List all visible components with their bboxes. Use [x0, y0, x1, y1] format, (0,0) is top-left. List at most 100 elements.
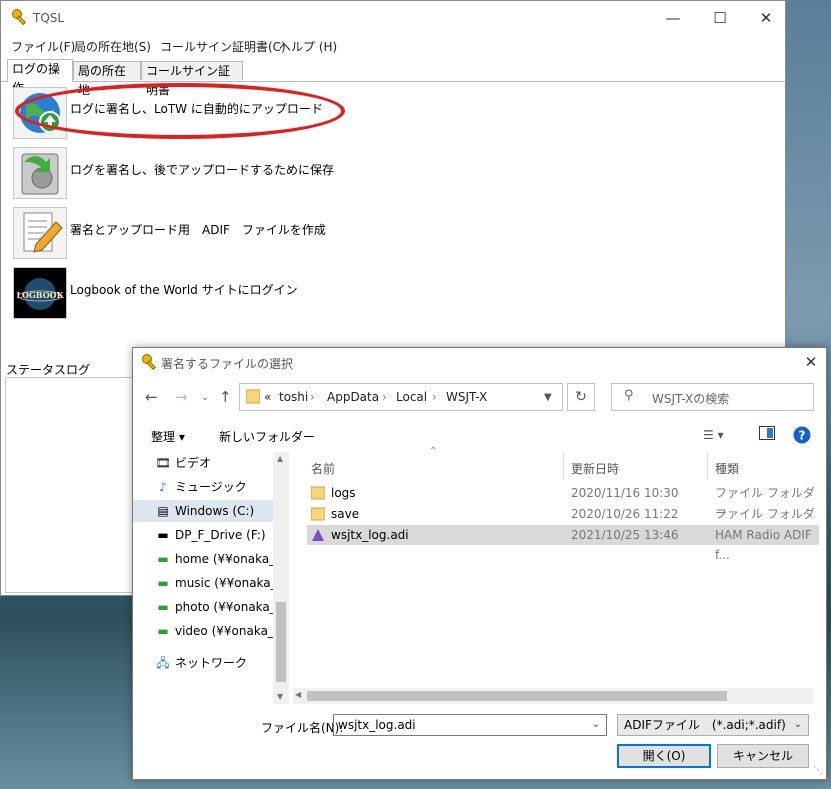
nav-scrollbar[interactable]: ▲ ▼	[273, 452, 289, 704]
refresh-button[interactable]: ↻	[567, 383, 595, 411]
svg-text:LOGBOOK: LOGBOOK	[16, 290, 64, 300]
breadcrumb-local[interactable]: Local	[396, 390, 427, 404]
search-icon: ⚲	[624, 388, 634, 403]
key-icon	[141, 353, 159, 374]
save-disk-icon	[21, 153, 59, 195]
lotw-login-label: Logbook of the World サイトにログイン	[70, 283, 298, 297]
minimize-button[interactable]: —	[659, 7, 687, 29]
address-bar[interactable]: « toshi › AppData › Local › WSJT-X ▼	[239, 383, 563, 411]
drive-icon: ▤	[157, 504, 169, 518]
preview-pane-icon[interactable]	[759, 426, 775, 443]
network-drive-icon: ▬	[157, 624, 169, 638]
tab-row: ログの操作 局の所在地 コールサイン証明書	[1, 59, 785, 97]
nav-item-network[interactable]: 🖧 ネットワーク	[155, 652, 285, 674]
video-icon: 🎞	[155, 456, 171, 470]
breadcrumb-wsjtx[interactable]: WSJT-X	[446, 390, 487, 404]
up-arrow-icon[interactable]: ↑	[219, 388, 232, 406]
help-icon[interactable]: ?	[793, 426, 811, 447]
sign-save-label: ログを署名し、後でアップロードするために保存	[70, 163, 335, 177]
file-list: 名前 ⌃ 更新日時 種類 logs 2020/11/16 10:30 ファイル …	[293, 446, 824, 704]
search-placeholder: WSJT-Xの検索	[652, 392, 730, 406]
open-button[interactable]: 開く(O)	[617, 744, 711, 768]
column-header-name[interactable]: 名前	[311, 460, 335, 477]
menu-callsign-cert[interactable]: コールサイン証明書(C)	[160, 38, 286, 55]
drive-icon: ▬	[157, 528, 169, 542]
file-type-filter[interactable]: ADIFファイル (*.adi;*.adif) ⌄	[617, 714, 809, 736]
menu-bar: ファイル(F) 局の所在地(S) コールサイン証明書(C) ヘルプ (H)	[1, 35, 785, 55]
column-header-date[interactable]: 更新日時	[571, 460, 619, 477]
status-log-area	[5, 377, 135, 593]
recent-chevron-icon[interactable]: ⌄	[201, 392, 209, 403]
svg-text:?: ?	[799, 429, 806, 443]
nav-item-home[interactable]: ▬ home (¥¥onaka_	[155, 548, 285, 570]
create-adif-label: 署名とアップロード用 ADIF ファイルを作成	[70, 223, 326, 237]
dialog-title-bar: 署名するファイルの選択 ✕	[133, 348, 826, 378]
scroll-up-icon[interactable]: ▲	[277, 454, 283, 463]
scroll-down-icon[interactable]: ▼	[277, 692, 283, 701]
network-drive-icon: ▬	[157, 552, 169, 566]
breadcrumb-toshi[interactable]: toshi	[279, 390, 308, 404]
cancel-button[interactable]: キャンセル	[717, 744, 809, 768]
view-options-icon[interactable]: ☰ ▾	[703, 428, 724, 442]
search-input[interactable]: ⚲ WSJT-Xの検索	[611, 383, 814, 411]
lotw-login-button[interactable]: LOGBOOK	[13, 267, 67, 319]
resize-grip-icon[interactable]: ⋱	[813, 765, 823, 776]
create-adif-button[interactable]	[13, 207, 67, 259]
chevron-down-icon[interactable]: ⌄	[592, 715, 600, 735]
window-title: TQSL	[33, 11, 65, 25]
adif-file-icon	[311, 528, 325, 548]
menu-file[interactable]: ファイル(F)	[11, 38, 75, 55]
nav-item-windows-c[interactable]: ▤ Windows (C:)	[133, 500, 273, 522]
nav-item-dp-f-drive[interactable]: ▬ DP_F_Drive (F:)	[155, 524, 285, 546]
column-header-type[interactable]: 種類	[715, 460, 739, 477]
file-row-logs[interactable]: logs 2020/11/16 10:30 ファイル フォルダー	[307, 483, 819, 520]
status-log-label: ステータスログ	[6, 363, 91, 377]
chevron-down-icon: ⌄	[793, 719, 802, 730]
nav-item-video[interactable]: 🎞 ビデオ	[155, 452, 285, 474]
menu-help[interactable]: ヘルプ (H)	[279, 38, 337, 55]
file-row-wsjtx-log[interactable]: wsjtx_log.adi 2021/10/25 13:46 HAM Radio…	[307, 525, 819, 562]
nav-item-video-share[interactable]: ▬ video (¥¥onaka_	[155, 620, 285, 642]
nav-scroll-thumb[interactable]	[276, 602, 286, 682]
file-list-hscrollbar[interactable]: ◀	[293, 688, 813, 704]
file-row-save[interactable]: save 2020/10/26 11:22 ファイル フォルダー	[307, 504, 819, 541]
sort-ascending-icon: ⌃	[429, 446, 438, 457]
new-folder-button[interactable]: 新しいフォルダー	[219, 428, 315, 445]
hscroll-thumb[interactable]	[307, 691, 727, 701]
filename-label: ファイル名(N):	[261, 721, 344, 735]
tab-log-operations[interactable]: ログの操作	[7, 59, 73, 95]
network-drive-icon: ▬	[157, 576, 169, 590]
nav-item-photo[interactable]: ▬ photo (¥¥onaka_	[155, 596, 285, 618]
tab-callsign-cert[interactable]: コールサイン証明書	[141, 61, 243, 97]
breadcrumb-root[interactable]: «	[264, 390, 271, 404]
nav-item-music-share[interactable]: ▬ music (¥¥onaka_	[155, 572, 285, 594]
nav-item-music[interactable]: ♪ ミュージック	[155, 476, 285, 498]
maximize-button[interactable]: ☐	[706, 7, 734, 29]
back-arrow-icon[interactable]: ←	[145, 388, 158, 406]
scroll-left-icon[interactable]: ◀	[295, 690, 301, 699]
network-icon: 🖧	[156, 656, 170, 670]
folder-icon	[310, 486, 326, 506]
breadcrumb-separator-icon: ›	[382, 390, 387, 404]
breadcrumb-appdata[interactable]: AppData	[327, 390, 379, 404]
folder-icon	[310, 507, 326, 527]
dialog-title: 署名するファイルの選択	[161, 357, 294, 371]
title-bar: TQSL — ☐ ✕	[1, 1, 785, 35]
logbook-logo-icon: LOGBOOK	[14, 268, 66, 318]
file-select-dialog: 署名するファイルの選択 ✕ ← → ⌄ ↑ « toshi › AppData …	[132, 347, 827, 780]
organize-button[interactable]: 整理 ▾	[151, 428, 185, 445]
tab-station-location[interactable]: 局の所在地	[73, 61, 141, 97]
menu-station-location[interactable]: 局の所在地(S)	[74, 38, 151, 55]
address-dropdown-icon[interactable]: ▼	[544, 392, 552, 403]
sign-save-button[interactable]	[13, 147, 67, 199]
close-button[interactable]: ✕	[752, 7, 780, 29]
document-pencil-icon	[23, 212, 63, 253]
music-icon: ♪	[159, 480, 167, 494]
forward-arrow-icon[interactable]: →	[175, 388, 188, 406]
network-drive-icon: ▬	[157, 600, 169, 614]
breadcrumb-separator-icon: ›	[432, 390, 437, 404]
annotation-circle	[15, 83, 345, 139]
dialog-close-button[interactable]: ✕	[797, 351, 825, 373]
filename-input[interactable]: wsjtx_log.adi ⌄	[333, 714, 607, 736]
breadcrumb-separator-icon: ›	[310, 390, 315, 404]
